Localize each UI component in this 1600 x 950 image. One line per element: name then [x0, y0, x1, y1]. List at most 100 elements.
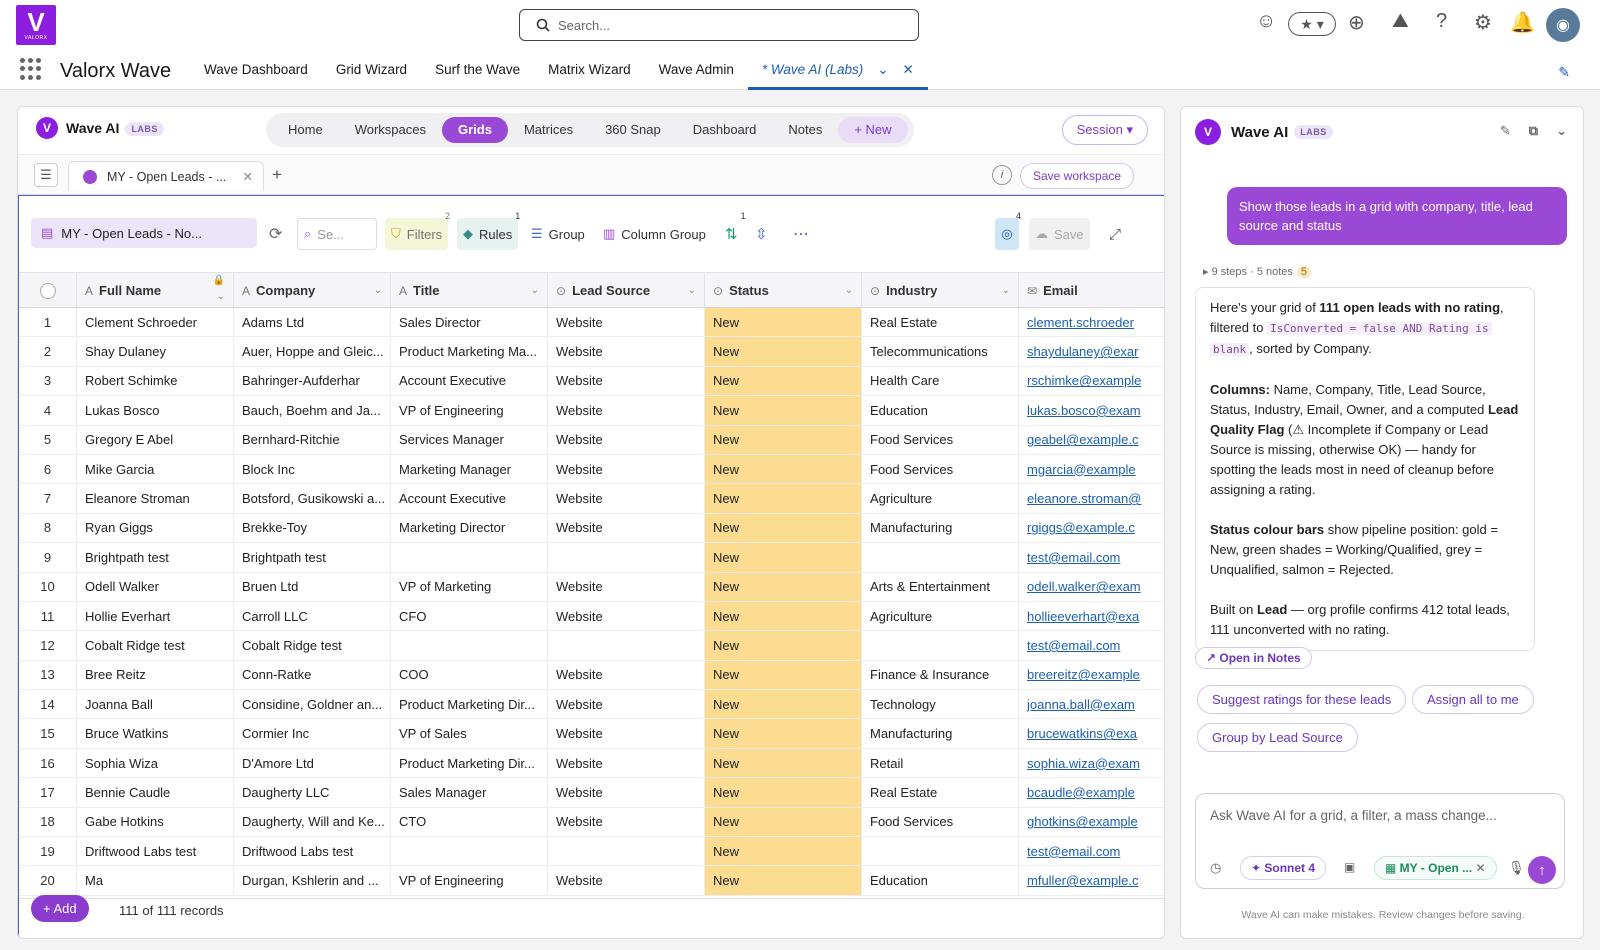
- lead-source-cell[interactable]: Website: [548, 807, 705, 837]
- email-cell[interactable]: mgarcia@example: [1019, 455, 1164, 483]
- title-cell[interactable]: VP of Engineering: [391, 396, 548, 425]
- company-cell[interactable]: D'Amore Ltd: [234, 748, 391, 778]
- industry-cell[interactable]: [862, 543, 1019, 572]
- full-name-cell[interactable]: Gregory E Abel: [77, 425, 234, 454]
- table-row[interactable]: 4 Lukas Bosco Bauch, Boehm and Ja... VP of …: [19, 396, 1164, 426]
- table-row[interactable]: 17 Bennie Caudle Daugherty LLC Sales Manage…: [19, 778, 1164, 808]
- status-cell[interactable]: New: [705, 748, 862, 778]
- lead-source-cell[interactable]: Website: [548, 778, 705, 807]
- lead-source-cell[interactable]: Website: [548, 719, 705, 748]
- lead-source-cell[interactable]: Website: [548, 425, 705, 454]
- industry-cell[interactable]: [862, 837, 1019, 866]
- lead-source-cell[interactable]: Website: [548, 337, 705, 366]
- status-cell[interactable]: New: [705, 425, 862, 454]
- industry-cell[interactable]: Manufacturing: [862, 513, 1019, 543]
- agent-icon[interactable]: ☺: [1256, 10, 1276, 33]
- nav-tab-grid-wizard[interactable]: Grid Wizard: [322, 52, 421, 90]
- company-cell[interactable]: Driftwood Labs test: [234, 837, 391, 866]
- row-height-icon[interactable]: ⇳: [749, 218, 774, 250]
- full-name-cell[interactable]: Brightpath test: [77, 543, 234, 572]
- company-cell[interactable]: Considine, Goldner an...: [234, 690, 391, 719]
- rules-button[interactable]: ◆ Rules 1: [457, 211, 520, 250]
- suggestion-chip[interactable]: Suggest ratings for these leads: [1197, 685, 1407, 714]
- company-cell[interactable]: Conn-Ratke: [234, 660, 391, 690]
- session-button[interactable]: Session ▾: [1061, 115, 1148, 145]
- send-button[interactable]: ↑: [1528, 856, 1556, 884]
- company-cell[interactable]: Block Inc: [234, 454, 391, 484]
- company-cell[interactable]: Durgan, Kshlerin and ...: [234, 866, 391, 895]
- title-cell[interactable]: Account Executive: [391, 484, 548, 513]
- new-chat-icon[interactable]: ✎: [1500, 123, 1511, 139]
- industry-cell[interactable]: Agriculture: [862, 484, 1019, 513]
- status-cell[interactable]: New: [705, 660, 862, 690]
- suggestion-chip[interactable]: Group by Lead Source: [1197, 723, 1358, 752]
- chevron-down-icon[interactable]: ⌄: [1002, 285, 1010, 296]
- table-row[interactable]: 8 Ryan Giggs Brekke-Toy Marketing Director W…: [19, 513, 1164, 544]
- table-row[interactable]: 11 Hollie Everhart Carroll LLC CFO Website Ne…: [19, 601, 1164, 632]
- company-cell[interactable]: Cormier Inc: [234, 719, 391, 748]
- industry-cell[interactable]: Food Services: [862, 454, 1019, 484]
- email-cell[interactable]: hollieeverhart@exa: [1019, 602, 1164, 630]
- grid-tab[interactable]: MY - Open Leads - ... ✕: [68, 161, 264, 191]
- status-cell[interactable]: New: [705, 690, 862, 719]
- lead-source-cell[interactable]: Website: [548, 572, 705, 601]
- industry-cell[interactable]: Manufacturing: [862, 719, 1019, 748]
- close-icon[interactable]: ✕: [903, 52, 914, 88]
- status-cell[interactable]: New: [705, 337, 862, 366]
- status-cell[interactable]: New: [705, 366, 862, 396]
- email-cell[interactable]: sophia.wiza@exam: [1019, 749, 1164, 777]
- email-cell[interactable]: geabel@example.c: [1019, 426, 1164, 454]
- edit-nav-icon[interactable]: ✎: [1558, 64, 1570, 81]
- nav-tab-surf-the-wave[interactable]: Surf the Wave: [421, 52, 534, 90]
- favorites-icon[interactable]: ★ ▾: [1288, 12, 1336, 36]
- select-all-checkbox[interactable]: [19, 273, 77, 308]
- status-cell[interactable]: New: [705, 778, 862, 807]
- industry-cell[interactable]: Arts & Entertainment: [862, 572, 1019, 601]
- title-cell[interactable]: Sales Director: [391, 308, 548, 337]
- chevron-down-icon[interactable]: ⌄: [845, 285, 853, 296]
- table-row[interactable]: 6 Mike Garcia Block Inc Marketing Manager We…: [19, 454, 1164, 485]
- column-header-full-name[interactable]: A Full Name 🔒 ⌄: [77, 273, 234, 308]
- nav-tab-matrix-wizard[interactable]: Matrix Wizard: [534, 52, 645, 90]
- industry-cell[interactable]: Education: [862, 396, 1019, 425]
- global-search-input[interactable]: Search...: [519, 9, 919, 41]
- table-row[interactable]: 19 Driftwood Labs test Driftwood Labs test…: [19, 837, 1164, 867]
- full-name-cell[interactable]: Sophia Wiza: [77, 748, 234, 778]
- email-cell[interactable]: joanna.ball@exam: [1019, 690, 1164, 718]
- status-cell[interactable]: New: [705, 837, 862, 866]
- table-row[interactable]: 16 Sophia Wiza D'Amore Ltd Product Marketin…: [19, 748, 1164, 779]
- full-name-cell[interactable]: Clement Schroeder: [77, 308, 234, 337]
- status-cell[interactable]: New: [705, 543, 862, 572]
- title-cell[interactable]: [391, 543, 548, 572]
- chevron-down-icon[interactable]: ⌄: [1556, 123, 1567, 139]
- email-cell[interactable]: lukas.bosco@exam: [1019, 396, 1164, 424]
- title-cell[interactable]: Services Manager: [391, 425, 548, 454]
- chevron-down-icon[interactable]: ⌄: [374, 285, 382, 296]
- company-cell[interactable]: Bruen Ltd: [234, 572, 391, 601]
- title-cell[interactable]: Account Executive: [391, 366, 548, 396]
- lead-source-cell[interactable]: [548, 837, 705, 866]
- filters-button[interactable]: ⛉ Filters 2: [385, 211, 450, 250]
- table-row[interactable]: 3 Robert Schimke Bahringer-Aufderhar Accoun…: [19, 366, 1164, 397]
- suggestion-chip[interactable]: Assign all to me: [1412, 685, 1534, 714]
- status-cell[interactable]: New: [705, 631, 862, 660]
- industry-cell[interactable]: Finance & Insurance: [862, 660, 1019, 690]
- lead-source-cell[interactable]: [548, 543, 705, 572]
- table-row[interactable]: 5 Gregory E Abel Bernhard-Ritchie Services …: [19, 425, 1164, 455]
- attach-icon[interactable]: ▣: [1344, 860, 1355, 874]
- table-row[interactable]: 14 Joanna Ball Considine, Goldner an... Pro…: [19, 690, 1164, 720]
- context-chip[interactable]: ▦ MY - Open ... ✕: [1374, 856, 1497, 880]
- help-icon[interactable]: ?: [1436, 10, 1447, 33]
- wave-nav-dashboard[interactable]: Dashboard: [677, 117, 773, 143]
- full-name-cell[interactable]: Lukas Bosco: [77, 396, 234, 425]
- full-name-cell[interactable]: Driftwood Labs test: [77, 837, 234, 866]
- trailhead-icon[interactable]: ⛰: [1392, 10, 1409, 33]
- title-cell[interactable]: VP of Marketing: [391, 572, 548, 601]
- grid-search-input[interactable]: ⌕ Se...: [297, 218, 377, 250]
- email-cell[interactable]: test@email.com: [1019, 837, 1164, 865]
- table-row[interactable]: 20 Ma Durgan, Kshlerin and ... VP of Engine…: [19, 866, 1164, 896]
- status-cell[interactable]: New: [705, 484, 862, 513]
- chevron-down-icon[interactable]: ⌄: [217, 291, 225, 302]
- status-cell[interactable]: New: [705, 454, 862, 484]
- status-cell[interactable]: New: [705, 601, 862, 631]
